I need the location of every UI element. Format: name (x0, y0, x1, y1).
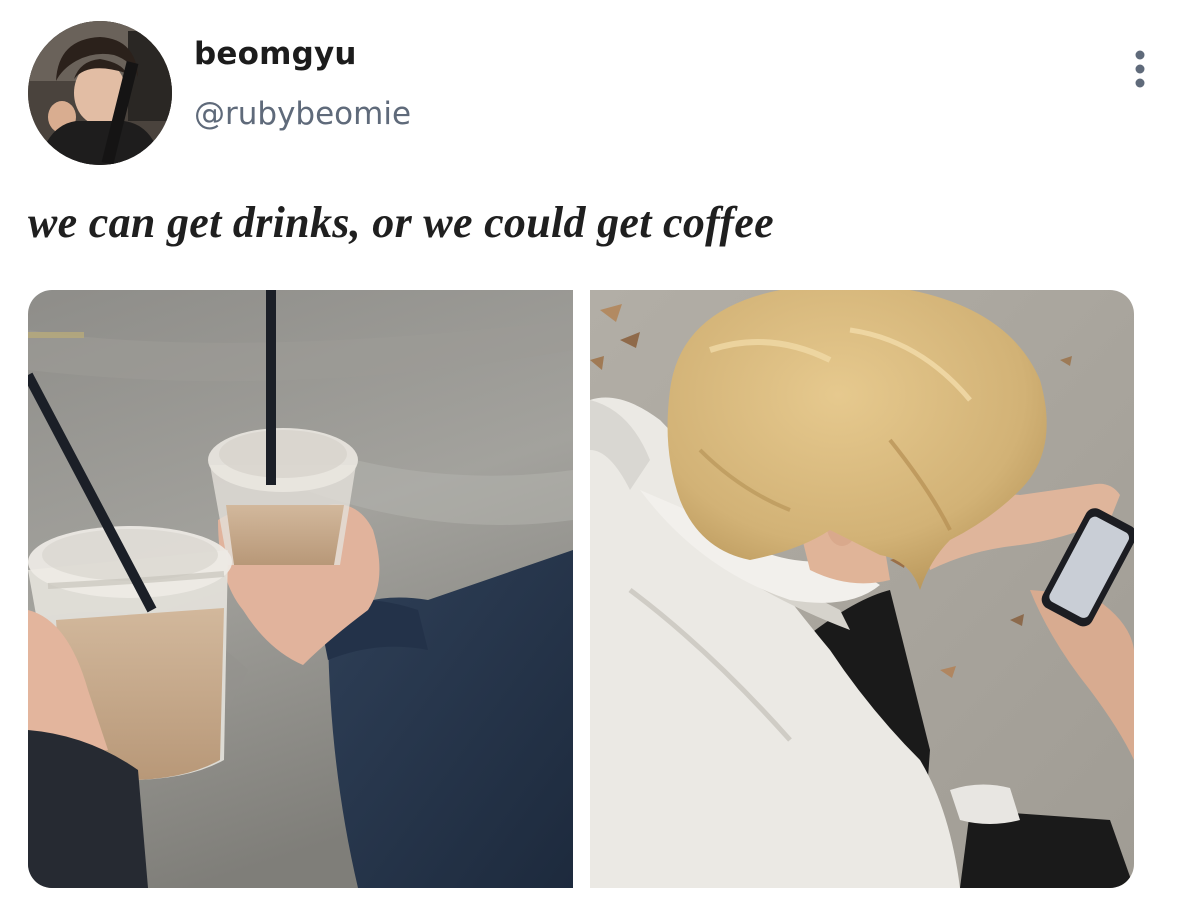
tweet-text: we can get drinks, or we could get coffe… (28, 198, 774, 247)
more-vertical-icon (1135, 50, 1145, 88)
more-options-button[interactable] (1124, 46, 1156, 92)
media-photo-person[interactable] (590, 290, 1134, 888)
blonde-person-on-phone-photo (590, 290, 1134, 888)
tweet-card: beomgyu @rubybeomie we can get drinks, o… (0, 0, 1200, 910)
media-grid (28, 290, 1134, 888)
avatar[interactable] (28, 21, 172, 165)
media-photo-coffees[interactable] (28, 290, 573, 888)
user-handle[interactable]: @rubybeomie (194, 96, 411, 132)
display-name[interactable]: beomgyu (194, 36, 357, 72)
two-iced-coffees-photo (28, 290, 573, 888)
